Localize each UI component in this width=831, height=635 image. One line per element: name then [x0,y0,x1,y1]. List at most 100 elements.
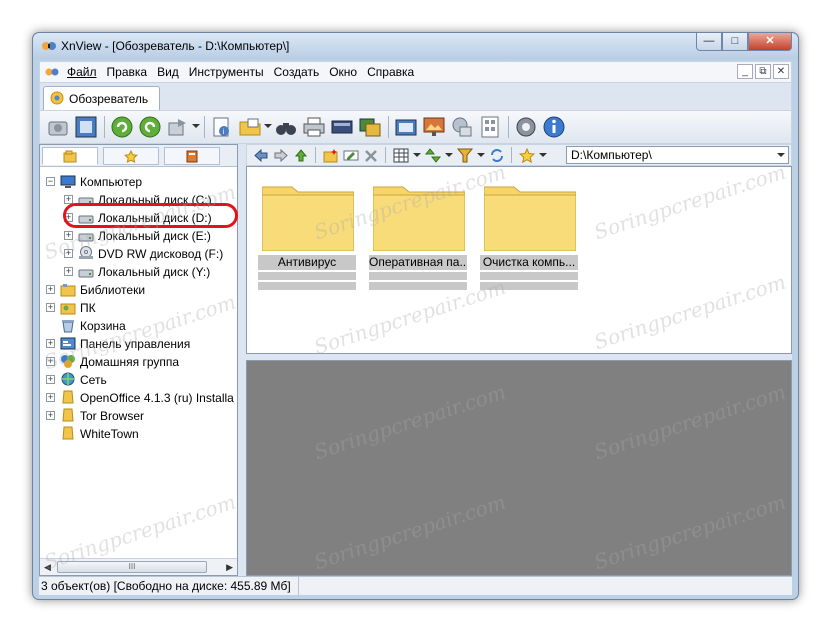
toolbar-separator [508,116,509,138]
path-text: D:\Компьютер\ [571,148,652,162]
close-button[interactable]: ✕ [748,33,792,51]
tree-item-whitetown[interactable]: WhiteTown [40,425,237,443]
forward-arrow-icon[interactable] [273,148,289,163]
sort-icon[interactable] [425,148,441,163]
expand-icon[interactable]: + [46,411,55,420]
xnview-small-icon [45,68,59,76]
binoculars-icon[interactable] [274,115,298,139]
filter-dropdown-icon[interactable] [477,153,485,157]
menu-help[interactable]: Справка [362,65,419,80]
scroll-thumb[interactable]: III [57,561,207,573]
tab-categories[interactable] [164,147,220,165]
fullscreen-icon[interactable] [74,115,98,139]
properties-icon[interactable]: i [210,115,234,139]
open-folder-icon[interactable] [238,115,262,139]
capture-icon[interactable] [46,115,70,139]
menu-tools[interactable]: Инструменты [184,65,269,80]
menu-edit[interactable]: Правка [102,65,153,80]
tree-item-network[interactable]: + Сеть [40,371,237,389]
tree-horizontal-scrollbar[interactable]: ◀ III ▶ [40,558,237,575]
tree-item-label: Корзина [80,319,126,333]
expand-icon[interactable]: + [46,285,55,294]
toolbar-separator [104,116,105,138]
tab-folders[interactable] [42,147,98,165]
drive-icon [78,233,94,242]
mdi-minimize-button[interactable]: _ [737,64,753,79]
sort-dropdown-icon[interactable] [445,153,453,157]
back-arrow-icon[interactable] [253,148,269,163]
tree-item-label: Сеть [80,373,107,387]
folder-item[interactable]: Очистка компь... [480,175,578,290]
path-input[interactable]: D:\Компьютер\ [566,146,789,164]
tree-item-disk-e[interactable]: + Локальный диск (E:) [40,227,237,245]
info-icon[interactable] [542,115,566,139]
tree-item-label: DVD RW дисковод (F:) [98,247,224,261]
mdi-close-button[interactable]: ✕ [773,64,789,79]
tree-item-tor-browser[interactable]: + Tor Browser [40,407,237,425]
tab-browser[interactable]: Обозреватель [43,86,160,110]
web-page-icon[interactable] [450,115,474,139]
view-mode-icon[interactable] [393,148,409,163]
tree-item-control-panel[interactable]: + Панель управления [40,335,237,353]
recycle-bin-icon [62,320,74,333]
expand-icon[interactable]: + [64,267,73,276]
folder-name: Очистка компь... [480,255,578,270]
path-dropdown-icon[interactable] [777,153,785,157]
title-bar[interactable]: XnView - [Обозреватель - D:\Компьютер\] … [33,33,798,59]
expand-icon[interactable]: + [46,303,55,312]
xnview-logo-icon [42,42,56,50]
vertical-splitter[interactable] [238,144,246,576]
tree-item-homegroup[interactable]: + Домашняя группа [40,353,237,371]
wallpaper-icon[interactable] [422,115,446,139]
tree-item-label: Компьютер [80,175,143,189]
tree-item-disk-y[interactable]: + Локальный диск (Y:) [40,263,237,281]
collapse-icon[interactable]: − [46,177,55,186]
menu-view[interactable]: Вид [152,65,184,80]
rotate-right-icon[interactable] [138,115,162,139]
open-dropdown-icon[interactable] [264,124,272,128]
folder-item[interactable]: Оперативная па... [369,175,467,290]
expand-icon[interactable]: + [46,357,55,366]
menu-create[interactable]: Создать [269,65,325,80]
contact-sheet-icon[interactable] [478,115,502,139]
transform-icon[interactable] [166,115,190,139]
tree-item-libraries[interactable]: + Библиотеки [40,281,237,299]
slideshow-icon[interactable] [394,115,418,139]
expand-icon[interactable]: + [46,339,55,348]
expand-icon[interactable]: + [64,231,73,240]
transform-dropdown-icon[interactable] [192,124,200,128]
filter-icon[interactable] [457,148,473,163]
rotate-left-icon[interactable] [110,115,134,139]
tree-item-computer[interactable]: − Компьютер [40,173,237,191]
tree-item-recycle-bin[interactable]: Корзина [40,317,237,335]
mdi-restore-button[interactable]: ⧉ [755,64,771,79]
favorites-star-icon[interactable] [519,148,535,163]
file-browser: Антивирус Оперативная па... Очистка комп… [246,166,792,354]
tab-favorites[interactable] [103,147,159,165]
rename-icon[interactable] [343,148,359,163]
convert-icon[interactable] [358,115,382,139]
tree-item-openoffice[interactable]: + OpenOffice 4.1.3 (ru) Installa [40,389,237,407]
up-folder-icon[interactable] [293,148,309,163]
tree-item-dvd-f[interactable]: + DVD RW дисковод (F:) [40,245,237,263]
delete-icon[interactable] [363,148,379,163]
view-mode-dropdown-icon[interactable] [413,153,421,157]
minimize-button[interactable]: — [696,33,722,51]
settings-icon[interactable] [514,115,538,139]
scanner-icon[interactable] [330,115,354,139]
favorites-dropdown-icon[interactable] [539,153,547,157]
menu-window[interactable]: Окно [324,65,362,80]
new-folder-icon[interactable] [323,148,339,163]
tree-item-pc[interactable]: + ПК [40,299,237,317]
refresh-icon[interactable] [489,148,505,163]
scroll-right-icon[interactable]: ▶ [226,562,233,573]
scroll-left-icon[interactable]: ◀ [44,562,51,573]
expand-icon[interactable]: + [64,249,73,258]
expand-icon[interactable]: + [46,375,55,384]
tree-item-label: Локальный диск (E:) [98,229,211,243]
folder-item[interactable]: Антивирус [258,175,356,290]
expand-icon[interactable]: + [46,393,55,402]
print-icon[interactable] [302,115,326,139]
menu-file[interactable]: Файл [62,65,102,80]
maximize-button[interactable]: □ [722,33,748,51]
